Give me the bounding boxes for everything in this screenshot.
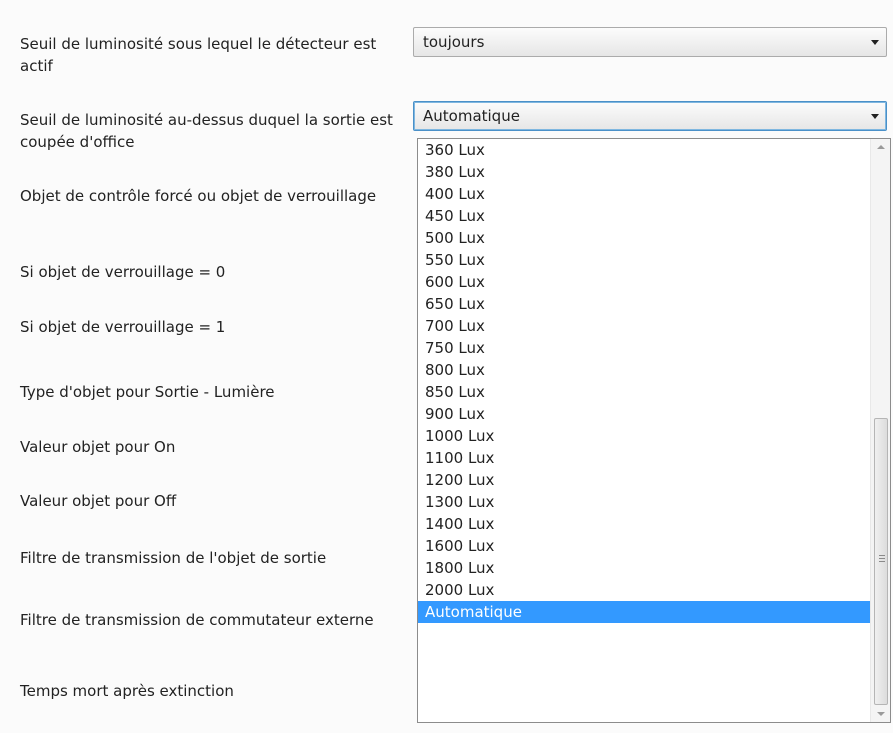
label-brightness-threshold-active: Seuil de luminosité sous lequel le détec… <box>20 35 377 75</box>
label-lock-object-0: Si objet de verrouillage = 0 <box>20 263 226 281</box>
option-item[interactable]: 400 Lux <box>418 183 870 205</box>
select-value: toujours <box>423 33 485 51</box>
brightness-threshold-active-select[interactable]: toujours <box>413 27 887 57</box>
arrow-down-icon <box>877 712 885 716</box>
option-item[interactable]: 600 Lux <box>418 271 870 293</box>
label-brightness-threshold-cutoff: Seuil de luminosité au-dessus duquel la … <box>20 111 393 151</box>
scroll-down-button[interactable] <box>871 705 890 722</box>
option-item[interactable]: 450 Lux <box>418 205 870 227</box>
dropdown-list[interactable]: 360 Lux 380 Lux 400 Lux 450 Lux 500 Lux … <box>417 138 891 723</box>
vertical-scrollbar[interactable] <box>870 139 890 722</box>
label-external-switch-filter: Filtre de transmission de commutateur ex… <box>20 611 374 629</box>
grip-icon <box>879 555 885 556</box>
option-item[interactable]: 1600 Lux <box>418 535 870 557</box>
option-item[interactable]: 850 Lux <box>418 381 870 403</box>
option-item[interactable]: 700 Lux <box>418 315 870 337</box>
chevron-down-icon <box>871 114 879 119</box>
chevron-down-icon <box>871 40 879 45</box>
option-item[interactable]: 650 Lux <box>418 293 870 315</box>
option-item[interactable]: 380 Lux <box>418 161 870 183</box>
brightness-threshold-cutoff-select[interactable]: Automatique <box>413 101 887 131</box>
option-item[interactable]: 900 Lux <box>418 403 870 425</box>
option-item[interactable]: 750 Lux <box>418 337 870 359</box>
label-lock-object-1: Si objet de verrouillage = 1 <box>20 318 226 336</box>
arrow-up-icon <box>877 145 885 149</box>
option-item[interactable]: 1100 Lux <box>418 447 870 469</box>
parameters-panel: Seuil de luminosité sous lequel le détec… <box>0 0 893 733</box>
option-item[interactable]: 2000 Lux <box>418 579 870 601</box>
option-item[interactable]: 360 Lux <box>418 139 870 161</box>
label-forced-control-object: Objet de contrôle forcé ou objet de verr… <box>20 187 377 205</box>
option-item-selected[interactable]: Automatique <box>418 601 870 623</box>
option-item[interactable]: 1300 Lux <box>418 491 870 513</box>
scroll-up-button[interactable] <box>871 139 890 156</box>
option-item[interactable]: 1800 Lux <box>418 557 870 579</box>
option-item[interactable]: 800 Lux <box>418 359 870 381</box>
scrollbar-thumb[interactable] <box>874 418 888 705</box>
option-item[interactable]: 1200 Lux <box>418 469 870 491</box>
label-output-filter: Filtre de transmission de l'objet de sor… <box>20 549 327 567</box>
label-value-off: Valeur objet pour Off <box>20 492 177 510</box>
option-item[interactable]: 1400 Lux <box>418 513 870 535</box>
label-value-on: Valeur objet pour On <box>20 438 176 456</box>
label-output-object-type: Type d'objet pour Sortie - Lumière <box>20 383 275 401</box>
option-item[interactable]: 1000 Lux <box>418 425 870 447</box>
select-value: Automatique <box>423 107 520 125</box>
option-item[interactable]: 500 Lux <box>418 227 870 249</box>
options-list: 360 Lux 380 Lux 400 Lux 450 Lux 500 Lux … <box>418 139 870 623</box>
option-item[interactable]: 550 Lux <box>418 249 870 271</box>
label-dead-time: Temps mort après extinction <box>20 682 234 700</box>
